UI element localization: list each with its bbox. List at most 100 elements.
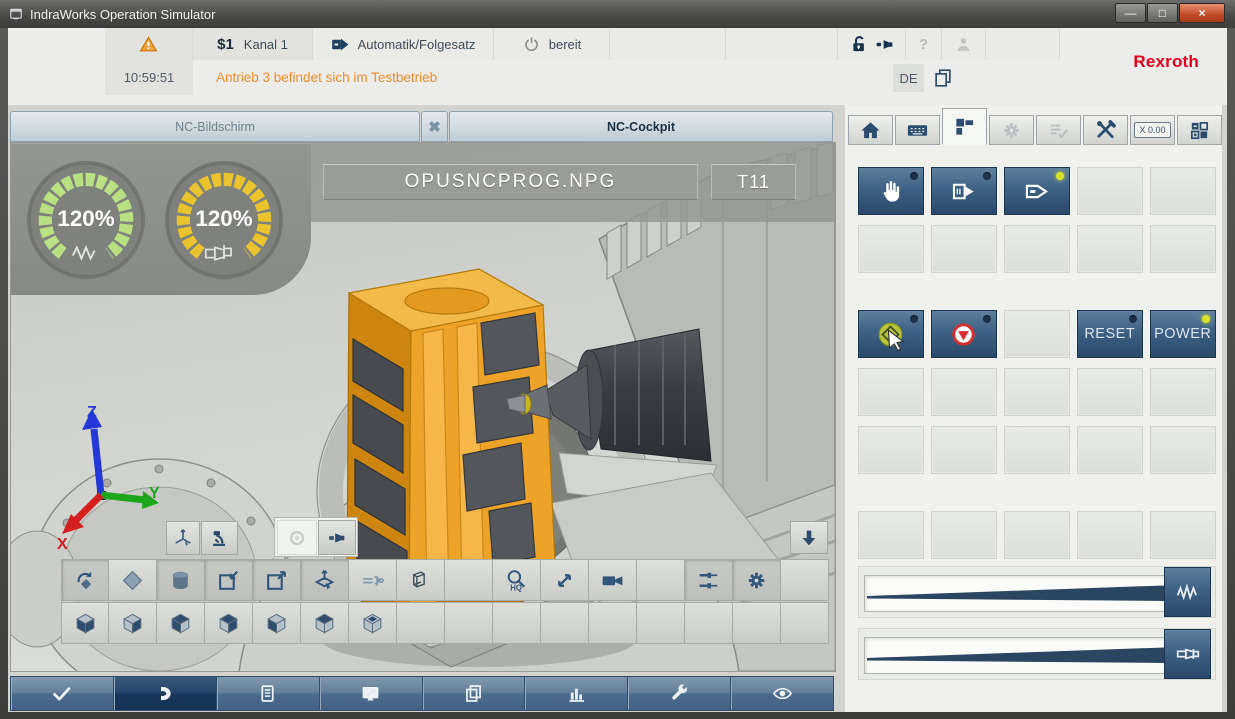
nav-check-button[interactable] — [11, 677, 114, 710]
cube-view-7-button[interactable] — [349, 602, 397, 644]
channel-label: Kanal 1 — [244, 37, 288, 52]
reset-button[interactable]: RESET — [1077, 310, 1143, 358]
fit-view-button[interactable] — [541, 559, 589, 601]
cube-view-2-button[interactable] — [109, 602, 157, 644]
empty-key — [1077, 426, 1143, 474]
lock-segment[interactable] — [838, 28, 906, 60]
rp-settings-button[interactable] — [989, 115, 1034, 145]
nav-screen-button[interactable] — [320, 677, 423, 710]
fit-view-icon — [552, 568, 577, 593]
tab-close-icon[interactable]: ✖ — [421, 111, 448, 142]
feed-override-slider-track[interactable] — [864, 575, 1168, 612]
empty-cell — [781, 559, 829, 601]
cube-view-6-icon — [312, 611, 337, 636]
cube-view-3-button[interactable] — [157, 602, 205, 644]
key-row — [858, 225, 1216, 273]
import-view-button[interactable] — [205, 559, 253, 601]
help-button[interactable]: ? — [906, 28, 942, 60]
cube-view-4-button[interactable] — [205, 602, 253, 644]
navigate-view-button[interactable] — [301, 559, 349, 601]
tab-nc-cockpit[interactable]: NC-Cockpit — [449, 111, 833, 142]
empty-segment — [726, 28, 838, 60]
wireframe-view-button[interactable] — [397, 559, 445, 601]
empty-cell — [493, 602, 541, 644]
nav-program-button[interactable] — [217, 677, 320, 710]
rp-position-button[interactable]: X 0.00 — [1130, 115, 1175, 145]
y-axis-label: Y — [149, 485, 160, 502]
warning-segment[interactable] — [105, 28, 193, 60]
spindle-override-slider-track[interactable] — [864, 637, 1168, 674]
copy-icon[interactable] — [932, 67, 954, 89]
spindle-override-slider — [858, 628, 1216, 680]
clamp-view-button[interactable] — [349, 559, 397, 601]
zoom-hq-button[interactable]: HQ — [493, 559, 541, 601]
viewport-toolbar-row1: HQ — [61, 559, 829, 601]
cylinder-view-button[interactable] — [157, 559, 205, 601]
home-icon — [859, 119, 882, 142]
rp-tools-button[interactable] — [1083, 115, 1128, 145]
shaded-view-button[interactable] — [109, 559, 157, 601]
auto-button[interactable] — [1004, 167, 1070, 215]
mdi-button[interactable] — [931, 167, 997, 215]
rotate-view-button[interactable] — [61, 559, 109, 601]
app-window: { "window": { "title": "IndraWorks Opera… — [0, 0, 1235, 719]
brand-logo: Rexroth — [1133, 52, 1199, 72]
nav-tools-button[interactable] — [628, 677, 731, 710]
collapse-panel-button[interactable] — [790, 521, 828, 554]
key-group — [858, 511, 1216, 559]
camera-button[interactable] — [589, 559, 637, 601]
machine-view-button[interactable] — [201, 521, 238, 555]
channel-prefix: $1 — [217, 36, 234, 53]
feed-override-slider-button[interactable] — [1164, 567, 1211, 617]
empty-key — [1077, 368, 1143, 416]
cycle-stop-button[interactable] — [931, 310, 997, 358]
maximize-button[interactable]: □ — [1147, 3, 1178, 23]
nav-view-button[interactable] — [731, 677, 833, 710]
window-titlebar[interactable]: IndraWorks Operation Simulator — □ × — [0, 0, 1235, 28]
cycle-stop-icon — [950, 321, 977, 348]
cube-view-5-button[interactable] — [253, 602, 301, 644]
camera-select-button[interactable] — [318, 520, 356, 555]
window-title: IndraWorks Operation Simulator — [30, 7, 215, 22]
feed-icon — [1175, 579, 1201, 605]
rp-checklist-button[interactable] — [1036, 115, 1081, 145]
empty-cell — [445, 602, 493, 644]
rp-blocks-button[interactable] — [942, 108, 987, 145]
jog-button[interactable] — [858, 167, 924, 215]
rp-keyboard-button[interactable] — [895, 115, 940, 145]
key-row — [858, 511, 1216, 559]
nav-copy-button[interactable] — [423, 677, 526, 710]
empty-key — [858, 511, 924, 559]
language-button[interactable]: DE — [893, 64, 924, 92]
rp-calc-button[interactable] — [1177, 115, 1222, 145]
empty-cell — [637, 602, 685, 644]
machine-3d-viewport[interactable]: 120% 120% OPUSNCPROG.NPG T — [10, 142, 836, 672]
export-view-button[interactable] — [253, 559, 301, 601]
cycle-start-button[interactable] — [858, 310, 924, 358]
shaded-cube-icon — [120, 568, 145, 593]
close-button[interactable]: × — [1179, 3, 1225, 23]
minimize-button[interactable]: — — [1115, 3, 1146, 23]
plug-config-button[interactable] — [685, 559, 733, 601]
rp-home-button[interactable] — [848, 115, 893, 145]
nav-resume-button[interactable] — [114, 677, 217, 710]
nav-chart-button[interactable] — [525, 677, 628, 710]
power-button[interactable]: POWER — [1150, 310, 1216, 358]
right-panel: X 0.00 RESETPOWER — [845, 105, 1222, 712]
axes-toggle-button[interactable] — [166, 521, 200, 555]
empty-segment — [610, 28, 726, 60]
settings-button[interactable] — [733, 559, 781, 601]
cube-view-1-button[interactable] — [61, 602, 109, 644]
cube-view-6-button[interactable] — [301, 602, 349, 644]
user-button[interactable] — [942, 28, 986, 60]
viewport-toolbar-row2 — [61, 602, 829, 644]
axis-triad: Z Y X — [49, 399, 161, 549]
spindle-override-slider-button[interactable] — [1164, 629, 1211, 679]
tool-display: T11 — [711, 164, 796, 200]
ambient-view-button[interactable] — [277, 520, 317, 555]
program-name-display: OPUSNCPROG.NPG — [323, 164, 698, 200]
cube-view-3-icon — [168, 611, 193, 636]
screen-icon — [360, 683, 381, 704]
tab-nc-bildschirm[interactable]: NC-Bildschirm — [10, 111, 420, 142]
empty-key — [931, 225, 997, 273]
